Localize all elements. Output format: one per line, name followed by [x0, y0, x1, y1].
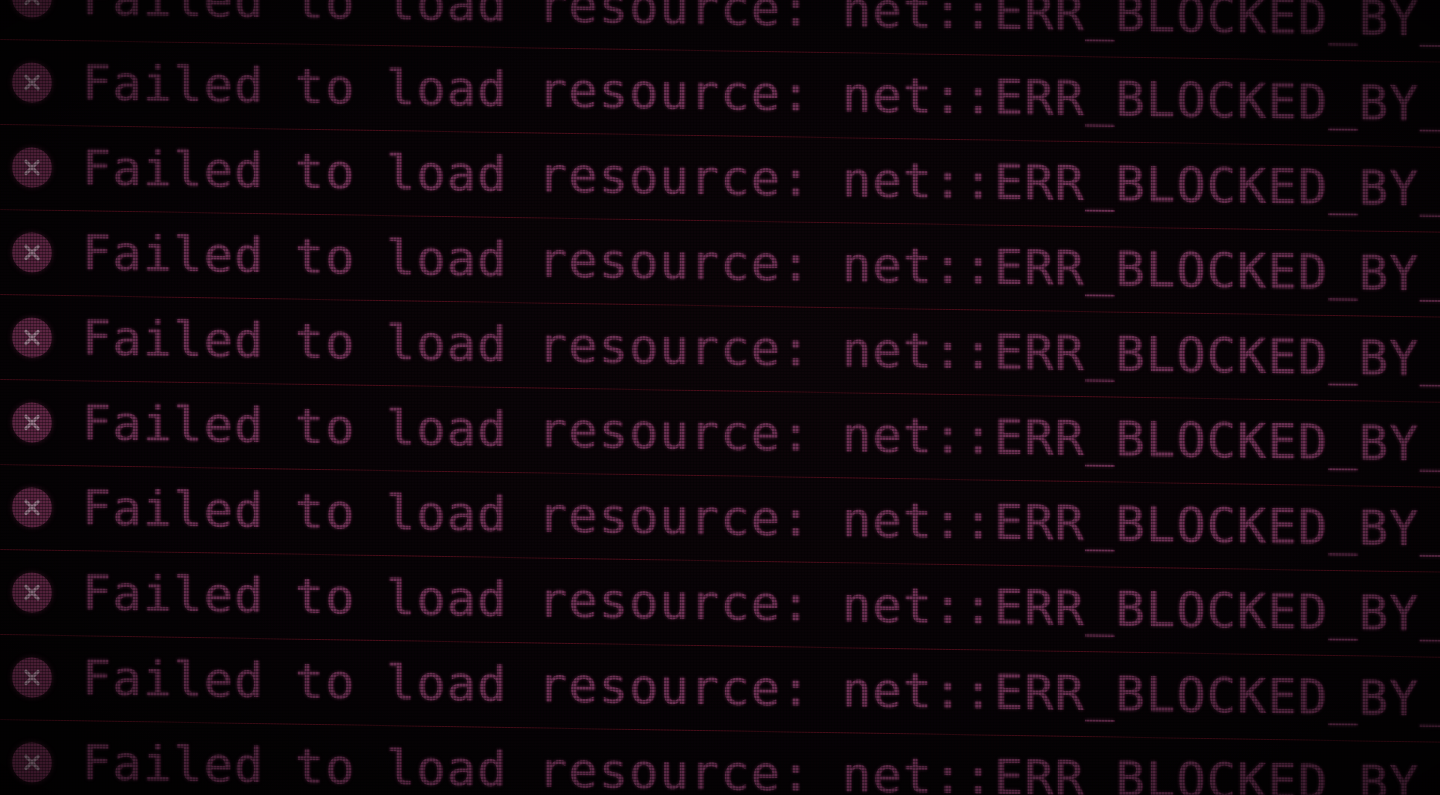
error-x-icon: [12, 0, 52, 18]
error-x-icon: [12, 742, 52, 783]
error-x-icon: [12, 572, 52, 613]
error-x-icon: [12, 317, 52, 358]
error-message: Failed to load resource: net::ERR_BLOCKE…: [82, 0, 1440, 49]
error-x-icon: [12, 657, 52, 698]
error-x-icon: [12, 147, 52, 188]
error-x-icon: [12, 487, 52, 528]
error-message: Failed to load resource: net::ERR_BLOCKE…: [82, 565, 1440, 644]
error-message: Failed to load resource: net::ERR_BLOCKE…: [82, 55, 1440, 134]
error-message: Failed to load resource: net::ERR_BLOCKE…: [82, 395, 1440, 474]
error-message: Failed to load resource: net::ERR_BLOCKE…: [82, 225, 1440, 304]
console-log-panel: Failed to load resource: net::ERR_BLOCKE…: [0, 0, 1440, 795]
console-photo: Failed to load resource: net::ERR_BLOCKE…: [0, 0, 1440, 795]
error-message: Failed to load resource: net::ERR_BLOCKE…: [82, 735, 1440, 795]
error-x-icon: [12, 62, 52, 103]
error-message: Failed to load resource: net::ERR_BLOCKE…: [82, 480, 1440, 559]
error-x-icon: [12, 402, 52, 443]
error-message: Failed to load resource: net::ERR_BLOCKE…: [82, 310, 1440, 389]
error-x-icon: [12, 232, 52, 273]
error-message: Failed to load resource: net::ERR_BLOCKE…: [82, 140, 1440, 219]
error-message: Failed to load resource: net::ERR_BLOCKE…: [82, 650, 1440, 729]
